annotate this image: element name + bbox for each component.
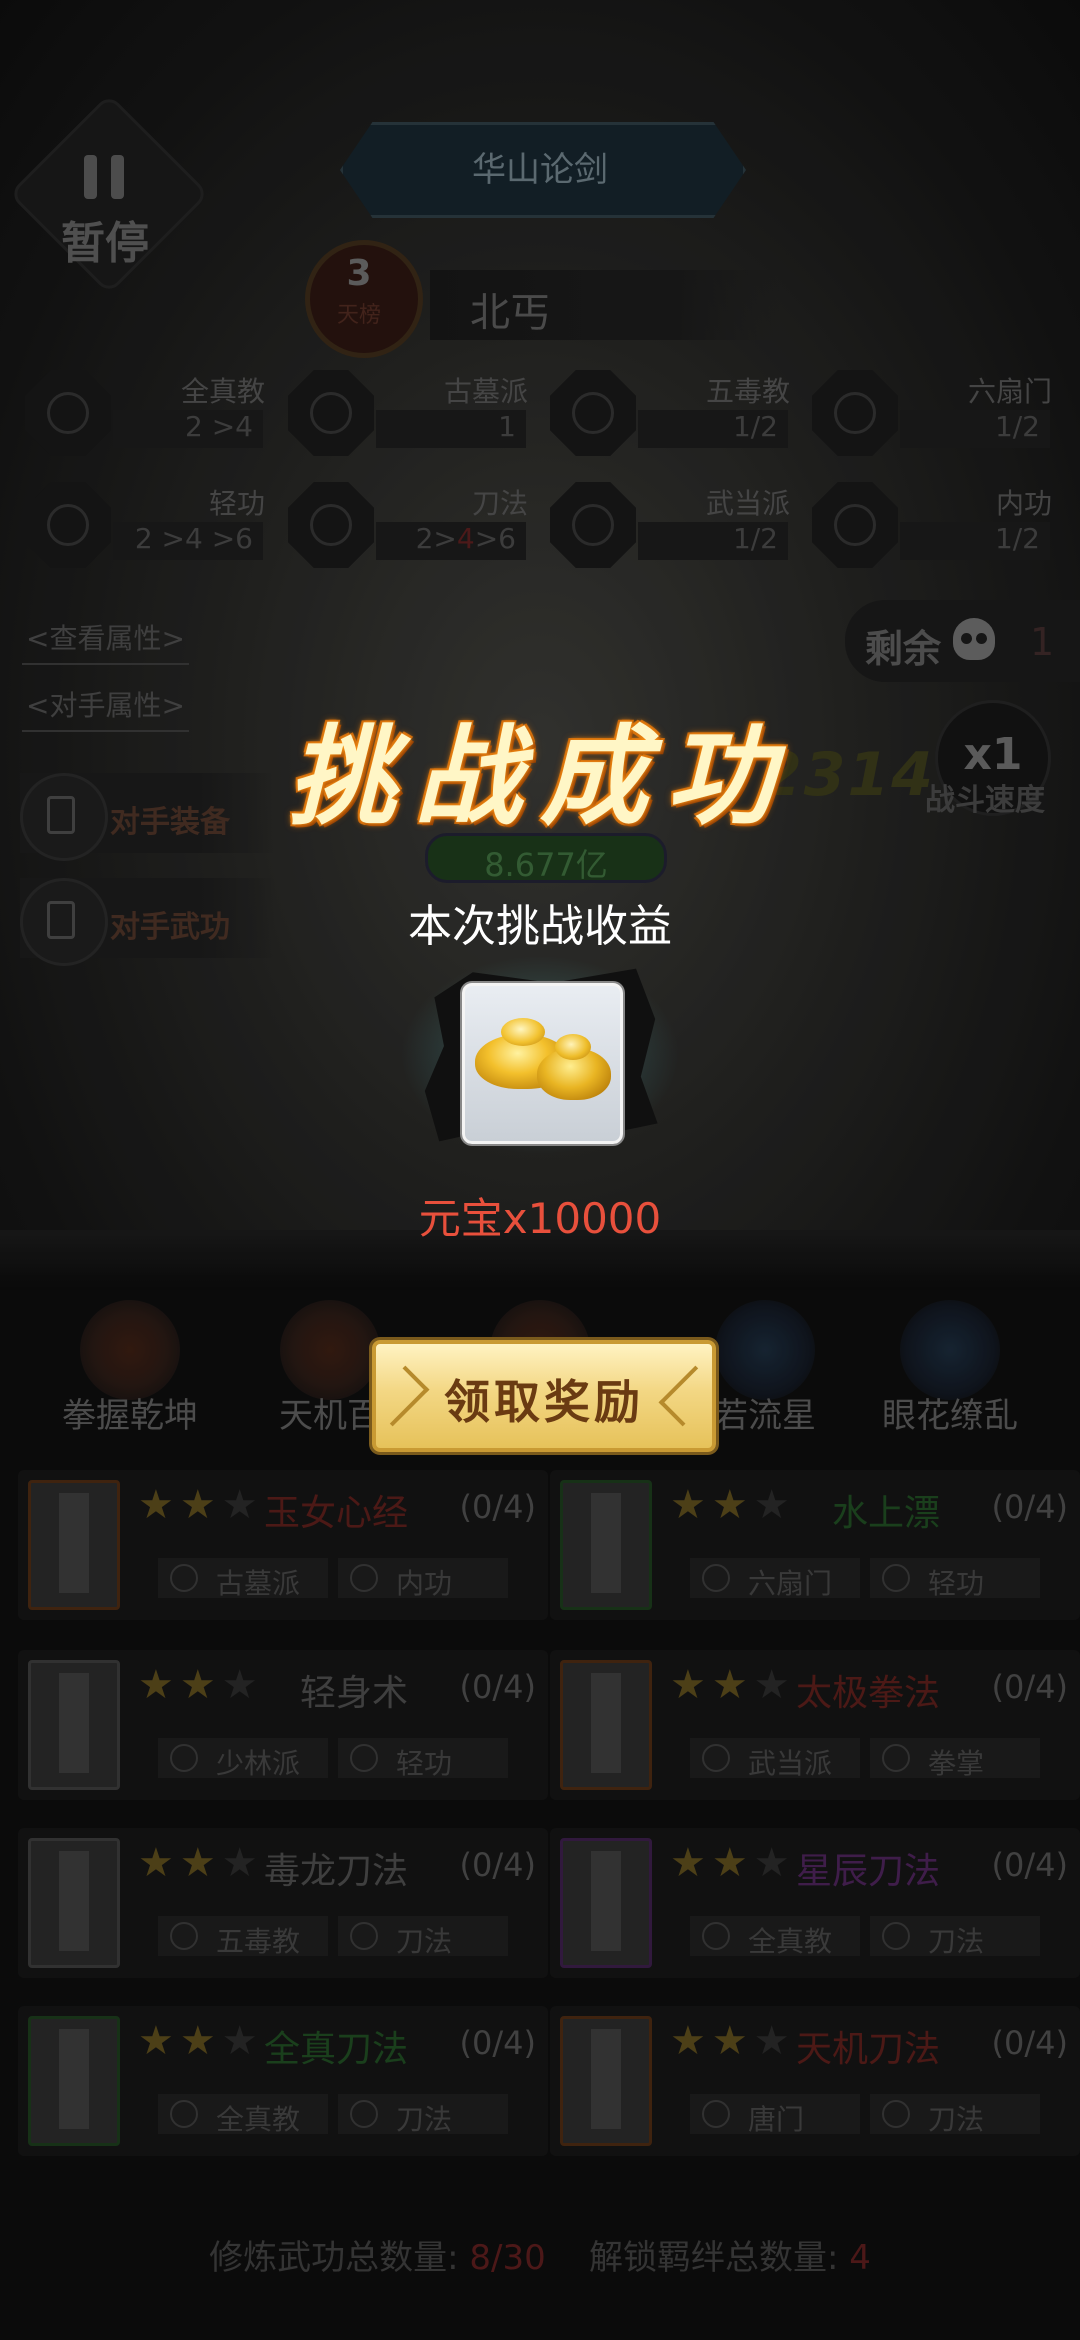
claim-reward-label: 领取奖励 [444, 1375, 644, 1429]
ingot-small [537, 1034, 611, 1100]
claim-reward-button[interactable]: 领取奖励 [372, 1340, 716, 1452]
gold-ingot-icon[interactable] [462, 983, 623, 1144]
reward-heading: 本次挑战收益 [408, 901, 672, 952]
popup-overlay[interactable] [0, 0, 1080, 2340]
reward-amount: 元宝x10000 [418, 1194, 662, 1243]
challenge-success-title: 挑战成功 [287, 714, 792, 840]
